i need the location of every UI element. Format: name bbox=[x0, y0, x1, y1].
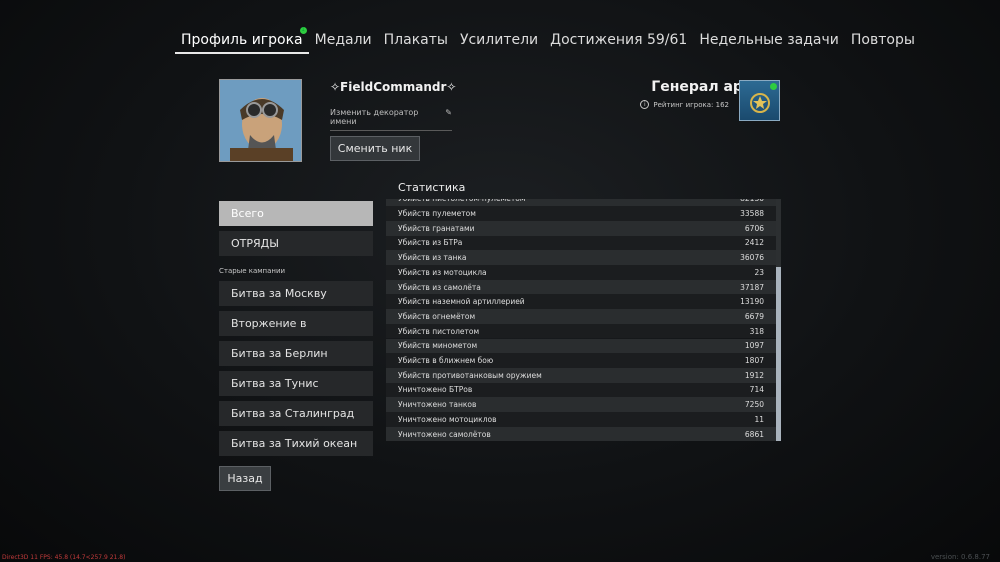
debug-fps-readout: Direct3D 11 FPS: 45.8 (14.7<257.9 21.8) bbox=[2, 554, 126, 561]
tab-0[interactable]: Профиль игрока 1 bbox=[175, 27, 309, 54]
table-row: Убийств пулеметом 33588 bbox=[386, 206, 776, 221]
pilot-portrait-icon bbox=[220, 80, 301, 161]
menu-item-campaign[interactable]: Вторжение в Нормандию bbox=[219, 311, 373, 355]
tab-label: Недельные задачи bbox=[699, 32, 839, 48]
stat-label: Убийств из самолёта bbox=[398, 282, 481, 292]
stat-label: Уничтожено мотоциклов bbox=[398, 414, 497, 424]
version-label: version: 0.6.8.77 bbox=[930, 553, 990, 561]
stat-label: Убийств из БТРа bbox=[398, 238, 463, 248]
tab-1[interactable]: Медали bbox=[309, 30, 378, 54]
stat-label: Уничтожено танков bbox=[398, 400, 477, 410]
stat-value: 36076 bbox=[740, 253, 764, 263]
table-row: Убийств огнемётом 6679 bbox=[386, 309, 776, 324]
stat-label: Убийств противотанковым оружием bbox=[398, 370, 542, 380]
name-decorator-link[interactable]: Изменить декоратор имени ✎ bbox=[330, 108, 452, 131]
table-row: Убийств гранатами 6706 bbox=[386, 220, 776, 236]
stat-value: 1097 bbox=[744, 341, 764, 351]
table-row: Убийств пистолетом 318 bbox=[386, 323, 776, 339]
menu-item-all[interactable]: Всего bbox=[219, 201, 373, 226]
stat-value: 11 bbox=[754, 414, 764, 424]
stat-label: Уничтожено БТРов bbox=[398, 385, 473, 395]
stats-table: Убийств пистолетом-пулеметом82130Убийств… bbox=[386, 199, 776, 441]
stat-value: 6861 bbox=[744, 429, 764, 439]
table-row: Уничтожено мотоциклов 11 bbox=[386, 412, 776, 427]
menu-item-campaign[interactable]: Битва за Тихий океан bbox=[219, 431, 373, 456]
stat-value: 82130 bbox=[740, 199, 764, 203]
menu-item-squads[interactable]: ОТРЯДЫ bbox=[219, 231, 373, 256]
stat-value: 37187 bbox=[740, 282, 764, 292]
table-row: Убийств из танка 36076 bbox=[386, 250, 776, 265]
table-row: Убийств минометом 1097 bbox=[386, 338, 776, 354]
stats-title: Статистика bbox=[398, 181, 466, 194]
stat-label: Убийств пистолетом-пулеметом bbox=[398, 199, 525, 203]
rank-badge[interactable] bbox=[739, 80, 780, 121]
stat-value: 1807 bbox=[744, 356, 764, 366]
stat-label: Убийств пистолетом bbox=[398, 326, 480, 336]
back-button[interactable]: Назад bbox=[219, 466, 271, 491]
table-row: Уничтожено БТРов 714 bbox=[386, 382, 776, 398]
name-decorator-label: Изменить декоратор имени bbox=[330, 108, 419, 126]
stat-value: 23 bbox=[754, 267, 764, 277]
table-row: Убийств пистолетом-пулеметом 82130 bbox=[386, 199, 776, 207]
tab-6[interactable]: Повторы bbox=[845, 30, 921, 54]
stat-label: Убийств пулеметом bbox=[398, 209, 476, 219]
stat-label: Убийств гранатами bbox=[398, 223, 475, 233]
table-row: Убийств из самолёта 37187 bbox=[386, 279, 776, 295]
table-row: Убийств наземной артиллерией 13190 bbox=[386, 294, 776, 310]
stat-label: Убийств наземной артиллерией bbox=[398, 297, 525, 307]
tab-4[interactable]: Достижения 59/61 bbox=[544, 30, 693, 54]
change-nick-button[interactable]: Сменить ник bbox=[330, 136, 420, 161]
tab-label: Повторы bbox=[850, 32, 915, 48]
stat-value: 33588 bbox=[740, 209, 764, 219]
stat-value: 2412 bbox=[744, 238, 764, 248]
stat-value: 714 bbox=[749, 385, 764, 395]
notification-dot bbox=[770, 83, 777, 90]
stat-value: 6679 bbox=[744, 311, 764, 321]
avatar bbox=[219, 79, 302, 162]
tab-3[interactable]: Усилители bbox=[454, 30, 544, 54]
tab-label: Усилители bbox=[459, 32, 539, 48]
player-name: ✧FieldCommandr✧ bbox=[330, 80, 457, 94]
table-row: Убийств противотанковым оружием 1912 bbox=[386, 367, 776, 383]
stat-value: 1912 bbox=[744, 370, 764, 380]
info-icon[interactable]: i bbox=[640, 100, 650, 109]
table-row: Убийств из мотоцикла 23 bbox=[386, 265, 776, 280]
top-navigation: Профиль игрока 1 Медали Плакаты Усилители Дос… bbox=[175, 27, 921, 54]
menu-item-campaign[interactable]: Битва за Москву bbox=[219, 281, 373, 306]
menu-item-campaign[interactable]: Битва за Берлин bbox=[219, 341, 373, 366]
stat-value: 318 bbox=[749, 326, 764, 336]
tab-5[interactable]: Недельные задачи bbox=[693, 30, 845, 54]
table-row: Убийств из БТРа 2412 bbox=[386, 235, 776, 251]
notification-dot: 1 bbox=[299, 27, 307, 34]
stat-value: 6706 bbox=[744, 223, 764, 233]
menu-item-campaign[interactable]: Битва за Тунис bbox=[219, 371, 373, 396]
scrollbar-thumb[interactable] bbox=[776, 267, 781, 441]
tab-2[interactable]: Плакаты bbox=[378, 30, 454, 54]
tab-label: Плакаты bbox=[383, 32, 448, 48]
stat-value: 7250 bbox=[744, 400, 764, 410]
stat-label: Убийств из мотоцикла bbox=[398, 267, 487, 277]
table-row: Уничтожено танков 7250 bbox=[386, 397, 776, 412]
stat-label: Убийств минометом bbox=[398, 341, 478, 351]
pencil-icon: ✎ bbox=[445, 108, 452, 117]
table-row: Убийств в ближнем бою 1807 bbox=[386, 353, 776, 368]
stat-label: Убийств из танка bbox=[398, 253, 467, 263]
stat-label: Уничтожено самолётов bbox=[398, 429, 491, 439]
stat-value: 13190 bbox=[740, 297, 764, 307]
tab-label: Медали bbox=[314, 32, 372, 48]
menu-item-campaign[interactable]: Битва за Сталинград bbox=[219, 401, 373, 426]
stat-label: Убийств в ближнем бою bbox=[398, 356, 494, 366]
tab-label: Достижения 59/61 bbox=[550, 32, 688, 48]
stat-label: Убийств огнемётом bbox=[398, 311, 476, 321]
table-row: Уничтожено самолётов 6861 bbox=[386, 426, 776, 441]
rating-label: Рейтинг игрока: 162 bbox=[653, 100, 729, 109]
player-rating: i Рейтинг игрока: 162 bbox=[640, 100, 729, 109]
scrollbar[interactable] bbox=[776, 199, 781, 441]
tab-label: Профиль игрока bbox=[181, 32, 303, 48]
old-campaigns-label: Старые кампании bbox=[219, 267, 286, 275]
